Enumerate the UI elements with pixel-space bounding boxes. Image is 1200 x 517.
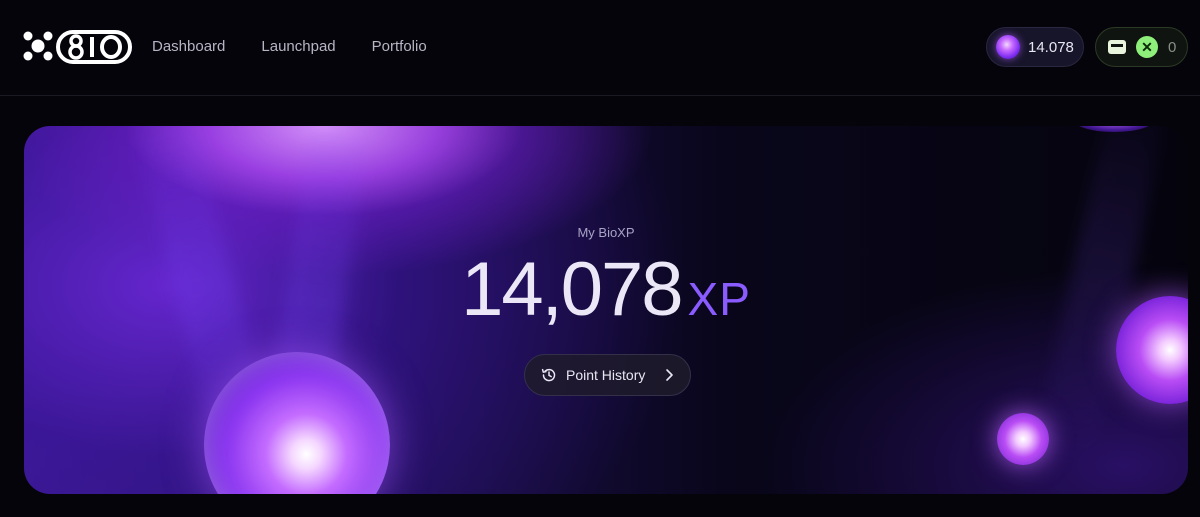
bio-logo[interactable] [22, 30, 132, 64]
point-history-label: Point History [566, 367, 646, 383]
history-icon [541, 368, 556, 382]
bioxp-hero-banner: My BioXP 14,078 XP Point History [24, 126, 1188, 494]
bioxp-value: 14,078 [461, 247, 683, 332]
nav-dashboard[interactable]: Dashboard [152, 38, 225, 55]
wallet-button[interactable]: ✕ 0 [1095, 27, 1188, 67]
xp-orb-icon [996, 35, 1020, 59]
xp-balance-value: 14.078 [1028, 38, 1074, 56]
top-navigation-bar: Dashboard Launchpad Portfolio 14.078 ✕ 0 [0, 0, 1200, 96]
main-nav: Dashboard Launchpad Portfolio [152, 38, 427, 55]
bioxp-unit: XP [687, 273, 751, 325]
orb-decoration-small [997, 413, 1049, 465]
nav-launchpad[interactable]: Launchpad [261, 38, 335, 55]
bio-logo-icon [23, 30, 132, 64]
bio-token-icon: ✕ [1136, 36, 1158, 58]
bioxp-label: My BioXP [577, 225, 635, 240]
chevron-right-icon [666, 369, 674, 381]
point-history-button[interactable]: Point History [524, 354, 691, 396]
wallet-icon [1108, 40, 1126, 54]
nav-portfolio[interactable]: Portfolio [372, 38, 427, 55]
xp-balance-button[interactable]: 14.078 [986, 27, 1084, 67]
bioxp-total: 14,078 XP [24, 246, 1188, 333]
wallet-balance-value: 0 [1168, 38, 1177, 56]
